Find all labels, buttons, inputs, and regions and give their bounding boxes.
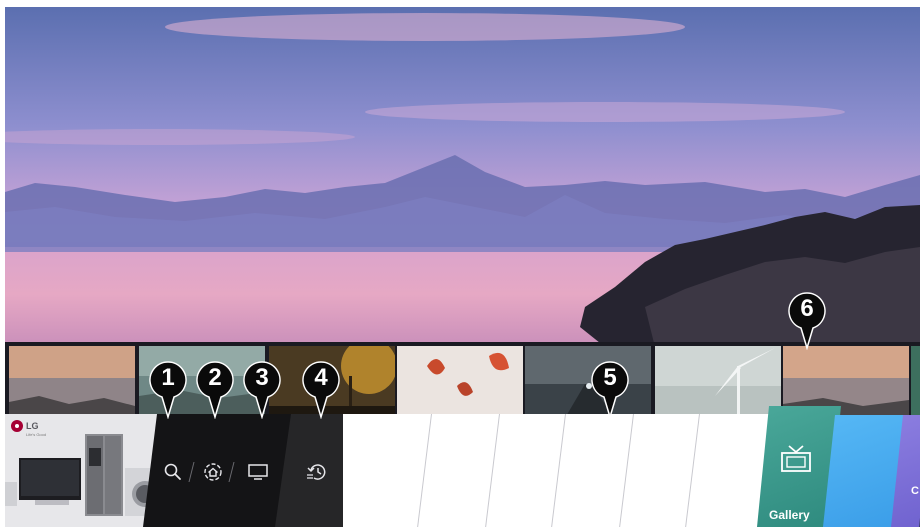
lg-brand-tile[interactable]: LG Life's Good	[5, 414, 165, 527]
home-dashboard-icon	[204, 463, 222, 481]
thumbnail-autumn-leaves[interactable]	[397, 346, 523, 418]
gallery-app-label: Gallery	[769, 508, 810, 522]
thumbnail-sunset-coast[interactable]	[9, 346, 135, 418]
thumbnail-night-light[interactable]	[269, 346, 395, 418]
tv-input-icon	[248, 464, 268, 480]
app-list-area	[343, 414, 783, 527]
gallery-icon	[781, 445, 811, 472]
thumbnail-foggy-road[interactable]	[525, 346, 651, 418]
app-slot-divider	[619, 414, 634, 527]
app-slot-divider	[485, 414, 500, 527]
thumbnail-partial[interactable]	[911, 346, 920, 418]
home-dashboard-button[interactable]	[200, 459, 226, 485]
app-tile-purple-label: C	[911, 485, 919, 497]
lg-products-image	[5, 434, 165, 516]
app-slot-divider	[417, 414, 432, 527]
search-icon	[164, 463, 181, 480]
recent-history-button[interactable]	[304, 459, 330, 485]
app-slot-divider	[551, 414, 566, 527]
tv-screen: LG Life's Good Gallery C 1 2 3 4 5 6	[5, 7, 920, 527]
background-wallpaper	[5, 7, 920, 347]
thumbnail-lake[interactable]	[139, 346, 265, 418]
tv-input-button[interactable]	[245, 459, 271, 485]
search-button[interactable]	[160, 459, 186, 485]
recent-history-icon	[307, 464, 326, 480]
app-slot-divider	[685, 414, 700, 527]
thumbnail-wind-turbine[interactable]	[655, 346, 781, 418]
